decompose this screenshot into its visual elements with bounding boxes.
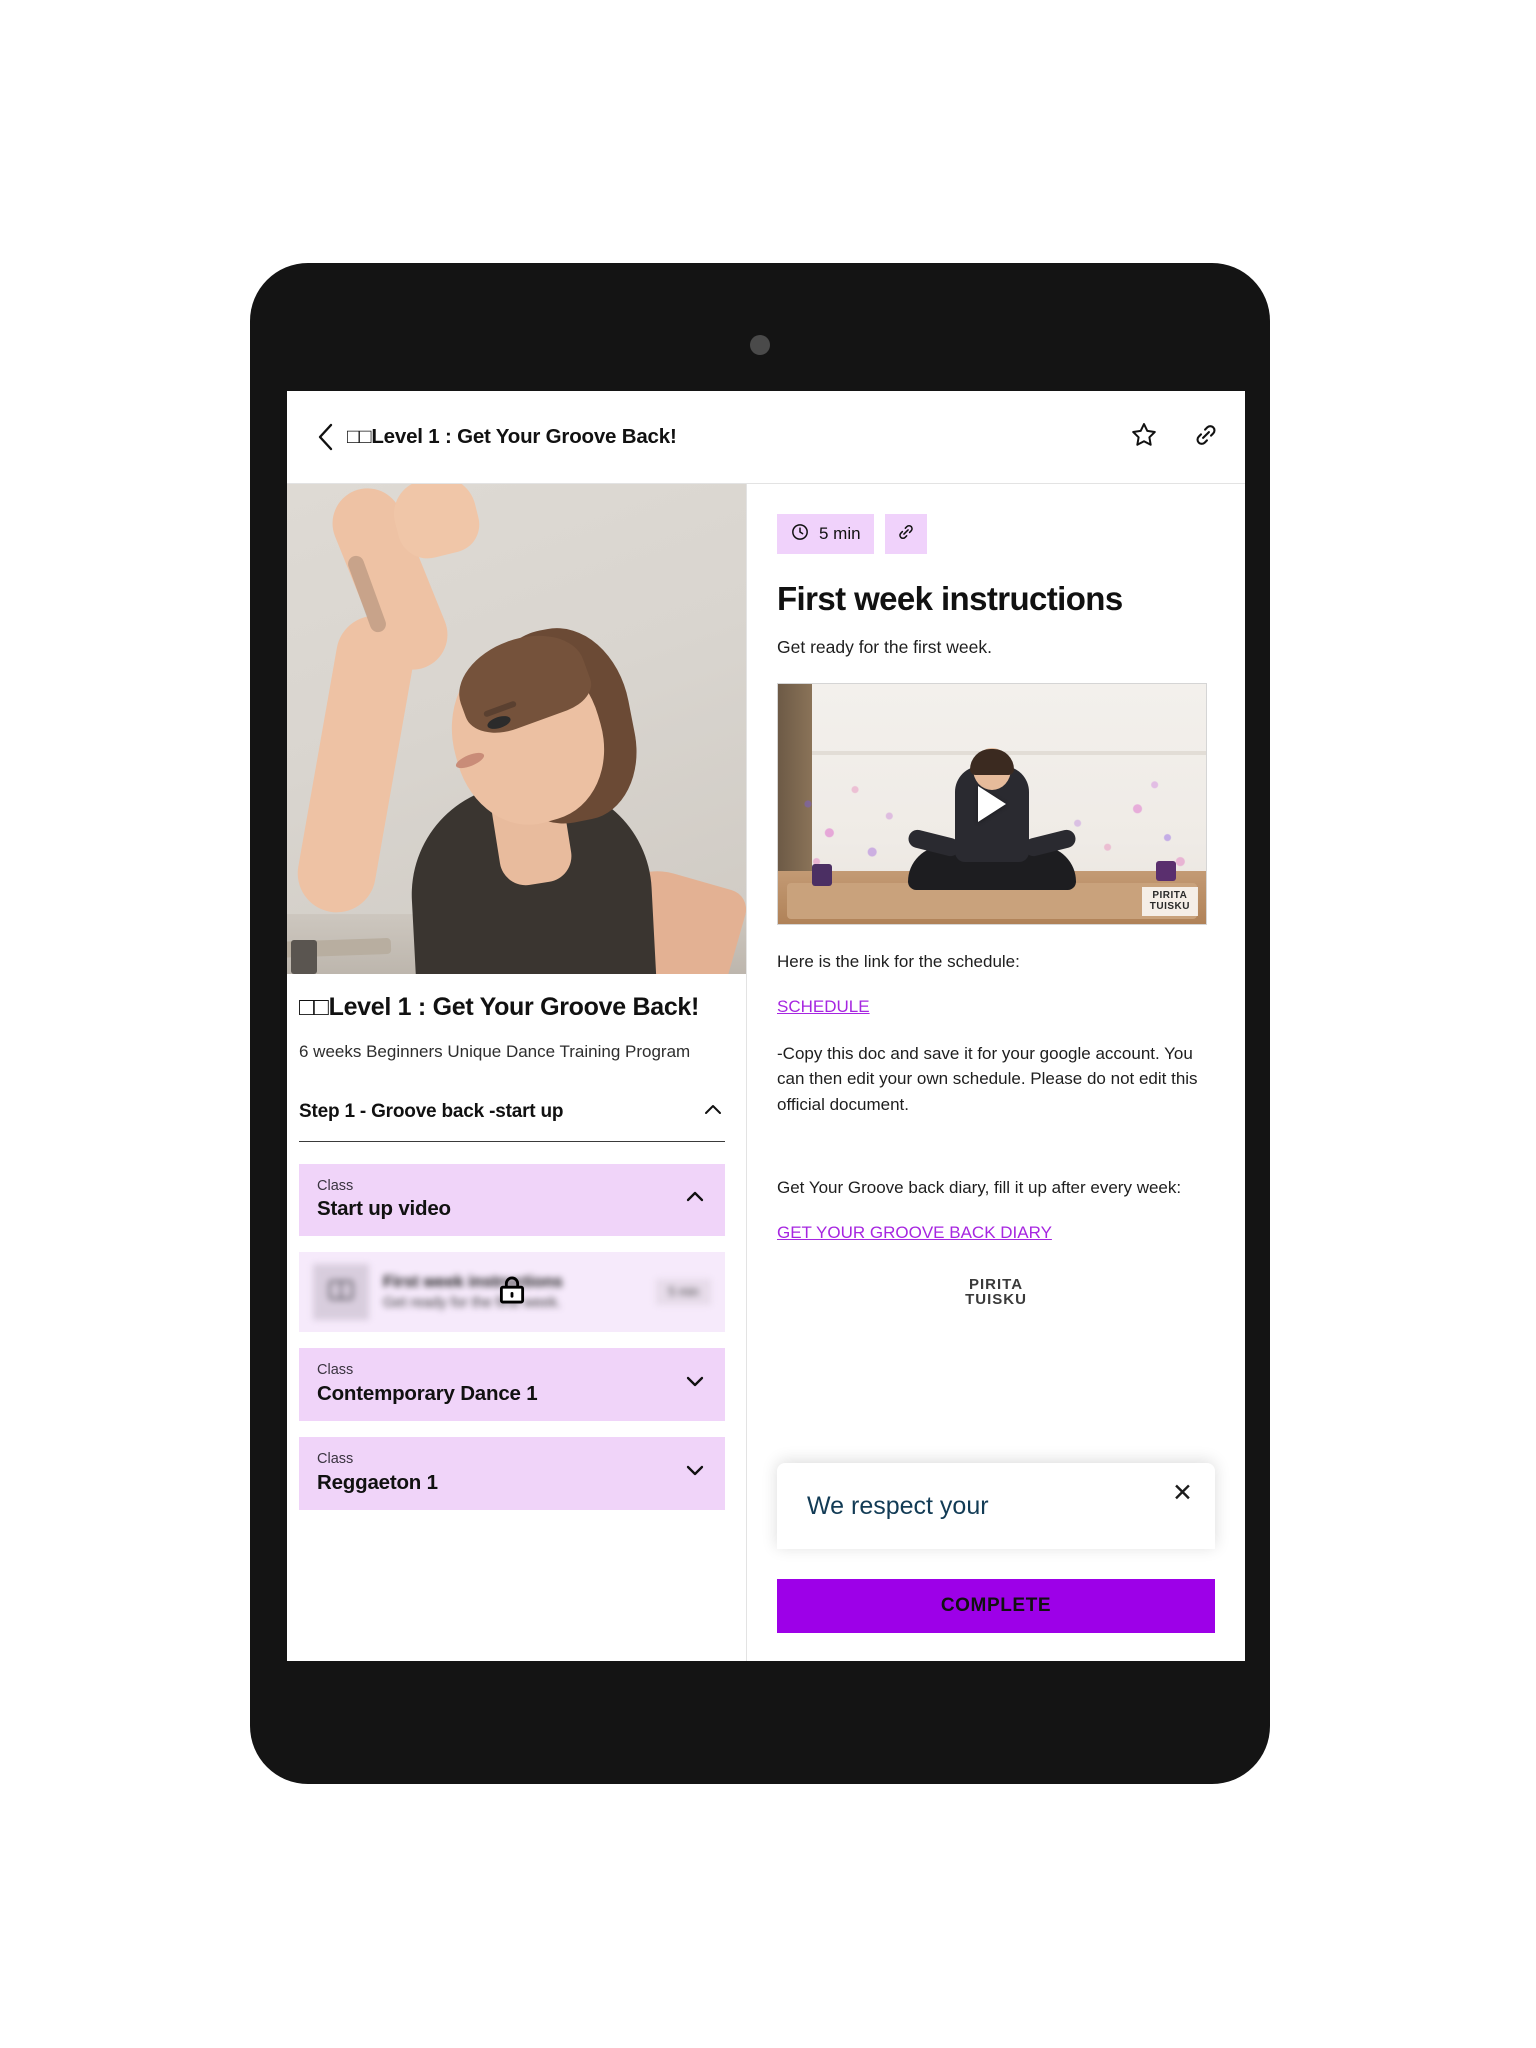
course-title: □□Level 1 : Get Your Groove Back! — [299, 993, 700, 1021]
step-section-header[interactable]: Step 1 - Groove back -start up — [299, 1098, 725, 1142]
class-list: Class Start up video First week instruct… — [287, 1142, 746, 1511]
class-card-contemporary-dance-1[interactable]: Class Contemporary Dance 1 — [299, 1348, 725, 1422]
chevron-down-icon — [683, 1458, 707, 1487]
watermark-line-2: TUISKU — [1149, 900, 1190, 912]
book-icon — [326, 1275, 356, 1310]
schedule-link[interactable]: SCHEDULE — [777, 997, 870, 1017]
course-outline-pane[interactable]: □□Level 1 : Get Your Groove Back! 6 week… — [287, 484, 747, 1661]
video-watermark: PIRITA TUISKU — [1141, 887, 1198, 916]
app-bar: □□Level 1 : Get Your Groove Back! — [287, 391, 1245, 484]
content-panes: □□Level 1 : Get Your Groove Back! 6 week… — [287, 484, 1245, 1661]
diary-paragraph: Get Your Groove back diary, fill it up a… — [777, 1178, 1182, 1197]
class-title: Start up video — [317, 1197, 451, 1221]
class-card-start-up-video[interactable]: Class Start up video — [299, 1163, 725, 1237]
lesson-row-first-week-instructions[interactable]: First week instructions Get ready for th… — [299, 1252, 725, 1333]
chevron-up-icon — [683, 1185, 707, 1214]
copy-doc-paragraph: -Copy this doc and save it for your goog… — [777, 1043, 1198, 1114]
close-icon[interactable]: ✕ — [1172, 1481, 1193, 1506]
front-camera — [750, 335, 770, 355]
chevron-left-icon — [317, 423, 334, 451]
class-kicker: Class — [317, 1177, 354, 1194]
brand-logo: PIRITA TUISKU — [916, 1275, 1076, 1309]
class-title: Reggaeton 1 — [317, 1471, 438, 1495]
tablet-device-frame: □□Level 1 : Get Your Groove Back! □□Leve… — [250, 263, 1270, 1784]
lesson-description: Get ready for the first week. — [383, 1295, 562, 1312]
clock-icon — [790, 522, 810, 547]
tablet-screen: □□Level 1 : Get Your Groove Back! □□Leve… — [287, 391, 1245, 1661]
app-bar-actions — [1127, 420, 1223, 454]
lesson-link-badge[interactable] — [884, 514, 927, 554]
chevron-up-icon — [701, 1098, 725, 1127]
watermark-line-1: PIRITA — [1152, 890, 1188, 901]
cookie-consent-dialog: We respect your ✕ — [777, 1463, 1215, 1549]
page-title: □□Level 1 : Get Your Groove Back! — [347, 425, 677, 448]
lesson-title: First week instructions — [383, 1273, 563, 1292]
lesson-duration-chip: 5 min — [656, 1279, 711, 1306]
class-kicker: Class — [317, 1451, 354, 1468]
class-card-reggaeton-1[interactable]: Class Reggaeton 1 — [299, 1437, 725, 1511]
lesson-video-player[interactable]: PIRITA TUISKU — [777, 683, 1207, 925]
share-link-button[interactable] — [1189, 420, 1223, 454]
lesson-lead-text: Get ready for the first week. — [777, 637, 992, 657]
link-icon — [896, 522, 916, 547]
lesson-duration-text: 5 min — [819, 524, 861, 543]
class-kicker: Class — [317, 1362, 354, 1379]
diary-link[interactable]: GET YOUR GROOVE BACK DIARY — [777, 1223, 1052, 1243]
course-summary: □□Level 1 : Get Your Groove Back! 6 week… — [287, 974, 746, 1068]
link-icon — [1192, 421, 1220, 454]
favorite-button[interactable] — [1127, 420, 1161, 454]
chevron-down-icon — [683, 1369, 707, 1398]
back-button[interactable] — [307, 414, 343, 460]
step-section-label: Step 1 - Groove back -start up — [299, 1101, 564, 1123]
star-outline-icon — [1130, 421, 1158, 454]
lesson-meta-row: 5 min — [777, 514, 1215, 554]
course-subtitle: 6 weeks Beginners Unique Dance Training … — [299, 1041, 691, 1061]
brand-logo-line-2: TUISKU — [965, 1291, 1027, 1309]
lesson-detail-pane: 5 min First week instructions Get ready … — [747, 484, 1245, 1661]
lesson-thumbnail — [313, 1264, 369, 1321]
class-title: Contemporary Dance 1 — [317, 1382, 538, 1406]
brand-logo-line-1: PIRITA — [968, 1275, 1024, 1293]
course-hero-image — [287, 484, 746, 974]
complete-button[interactable]: COMPLETE — [777, 1579, 1215, 1633]
play-icon[interactable] — [978, 786, 1006, 822]
lesson-duration-badge: 5 min — [777, 514, 874, 554]
lesson-heading: First week instructions — [777, 580, 1123, 617]
cookie-dialog-title: We respect your — [807, 1492, 989, 1520]
screenshot-root: □□Level 1 : Get Your Groove Back! □□Leve… — [0, 0, 1536, 2048]
schedule-paragraph: Here is the link for the schedule: — [777, 952, 1020, 971]
